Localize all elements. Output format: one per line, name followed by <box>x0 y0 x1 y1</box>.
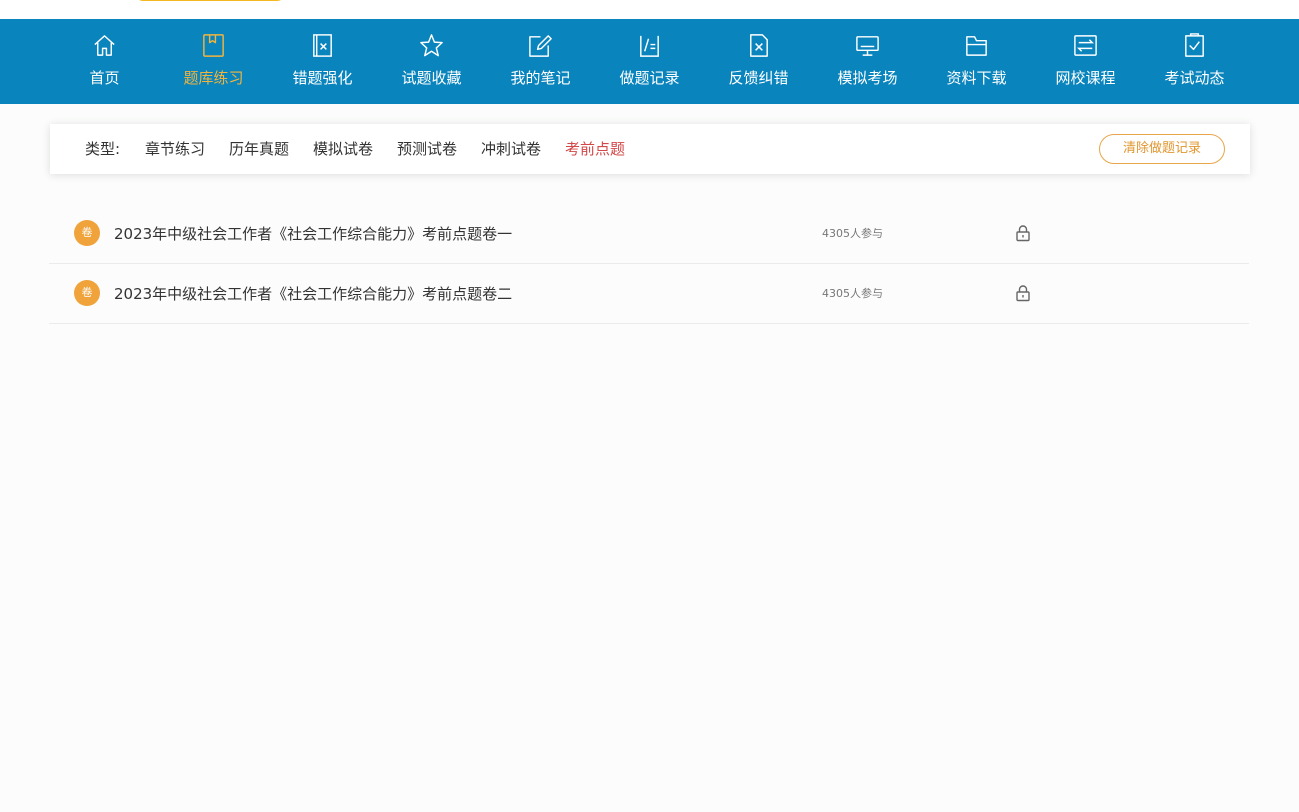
paper-badge: 卷 <box>74 280 100 306</box>
filter-prefix-label: 类型: <box>85 140 121 158</box>
nav-label: 题库练习 <box>183 69 244 87</box>
nav-label: 模拟考场 <box>837 69 898 87</box>
monitor-icon <box>856 36 879 56</box>
nav-item-question-bank[interactable]: 题库练习 <box>159 19 268 104</box>
nav-item-records[interactable]: 做题记录 <box>595 19 704 104</box>
main-navbar: 首页 题库练习 错题强化 试题收藏 我的笔记 做题记录 反馈纠错 模拟考场 资料… <box>0 19 1299 104</box>
nav-item-exam-news[interactable]: 考试动态 <box>1140 19 1249 104</box>
top-strip <box>0 0 1299 19</box>
participant-count: 4305人参与 <box>822 287 883 300</box>
nav-label: 做题记录 <box>619 69 680 87</box>
nav-item-favorites[interactable]: 试题收藏 <box>377 19 486 104</box>
lock-icon[interactable] <box>1015 224 1031 242</box>
filter-option-mock-papers[interactable]: 模拟试卷 <box>313 139 373 159</box>
paper-title-link[interactable]: 2023年中级社会工作者《社会工作综合能力》考前点题卷二 <box>114 284 512 304</box>
nav-item-home[interactable]: 首页 <box>50 19 159 104</box>
book-icon <box>203 34 224 57</box>
course-icon <box>1074 35 1097 56</box>
nav-item-courses[interactable]: 网校课程 <box>1031 19 1140 104</box>
nav-label: 考试动态 <box>1164 69 1225 87</box>
nav-label: 首页 <box>89 69 120 87</box>
nav-item-mock-exam[interactable]: 模拟考场 <box>813 19 922 104</box>
nav-label: 试题收藏 <box>401 69 462 87</box>
filter-option-sprint-papers[interactable]: 冲刺试卷 <box>481 139 541 159</box>
nav-label: 网校课程 <box>1055 69 1116 87</box>
filter-option-pre-exam-tips[interactable]: 考前点题 <box>565 139 625 159</box>
note-edit-icon <box>529 35 552 57</box>
record-icon <box>640 35 659 57</box>
paper-list: 卷 2023年中级社会工作者《社会工作综合能力》考前点题卷一 4305人参与 卷… <box>49 204 1249 324</box>
nav-item-wrong-questions[interactable]: 错题强化 <box>268 19 377 104</box>
nav-label: 资料下载 <box>946 69 1007 87</box>
participant-count: 4305人参与 <box>822 227 883 240</box>
nav-label: 我的笔记 <box>510 69 571 87</box>
paper-title-link[interactable]: 2023年中级社会工作者《社会工作综合能力》考前点题卷一 <box>114 224 512 244</box>
folder-icon <box>966 36 987 56</box>
clear-records-button[interactable]: 清除做题记录 <box>1099 134 1225 164</box>
nav-item-feedback[interactable]: 反馈纠错 <box>704 19 813 104</box>
star-icon <box>420 34 443 57</box>
filter-option-predicted-papers[interactable]: 预测试卷 <box>397 139 457 159</box>
filter-option-past-exams[interactable]: 历年真题 <box>229 139 289 159</box>
nav-item-downloads[interactable]: 资料下载 <box>922 19 1031 104</box>
nav-label: 反馈纠错 <box>728 69 789 87</box>
home-icon <box>94 35 115 56</box>
paper-badge: 卷 <box>74 220 100 246</box>
nav-item-notes[interactable]: 我的笔记 <box>486 19 595 104</box>
top-tab-edge <box>135 0 285 1</box>
checklist-icon <box>1185 33 1204 57</box>
filter-bar: 类型: 章节练习 历年真题 模拟试卷 预测试卷 冲刺试卷 考前点题 清除做题记录 <box>50 124 1250 174</box>
nav-label: 错题强化 <box>292 69 353 87</box>
list-item: 卷 2023年中级社会工作者《社会工作综合能力》考前点题卷二 4305人参与 <box>49 264 1249 324</box>
lock-icon[interactable] <box>1015 284 1031 302</box>
filter-option-chapter[interactable]: 章节练习 <box>145 139 205 159</box>
wrong-questions-icon <box>313 34 332 57</box>
feedback-x-icon <box>750 34 768 57</box>
list-item: 卷 2023年中级社会工作者《社会工作综合能力》考前点题卷一 4305人参与 <box>49 204 1249 264</box>
